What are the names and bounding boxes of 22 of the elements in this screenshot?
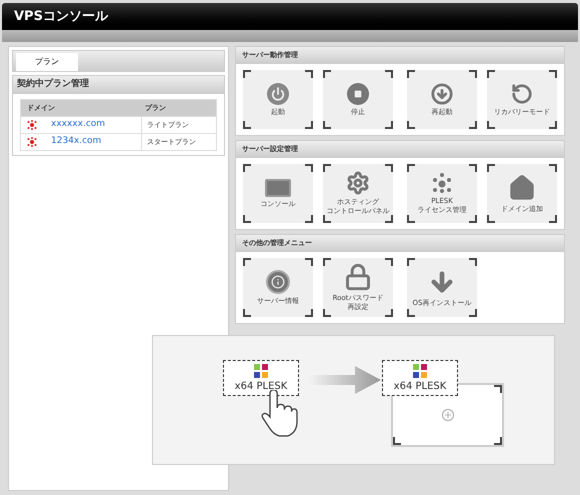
- recovery-icon: [511, 82, 533, 104]
- flower-logo-icon: [411, 362, 429, 378]
- info-icon: [266, 270, 290, 294]
- domain-dots-icon: [27, 120, 37, 130]
- power-icon: [267, 82, 289, 104]
- tab[interactable]: プラン: [16, 53, 78, 71]
- console-icon: [265, 178, 291, 196]
- plus-icon: [442, 409, 454, 421]
- gear-icon: [346, 171, 370, 195]
- lock-icon: [344, 263, 372, 291]
- flower-logo-icon: [252, 362, 270, 378]
- stop-icon: [347, 82, 369, 104]
- domain-link[interactable]: xxxxxx.com: [51, 118, 106, 132]
- domain-dots-icon: [27, 137, 37, 147]
- icon-label: x64 PLESK: [234, 380, 288, 394]
- dots-network-icon: [431, 172, 453, 194]
- window-title: VPSコンソール: [14, 8, 108, 26]
- domain-link[interactable]: 1234x.com: [51, 135, 102, 149]
- home-icon: [508, 174, 536, 202]
- section-title: 契約中プラン管理: [17, 78, 89, 92]
- down-arrow-circle-icon: [431, 82, 453, 104]
- icon-label: x64 PLESK: [394, 380, 446, 394]
